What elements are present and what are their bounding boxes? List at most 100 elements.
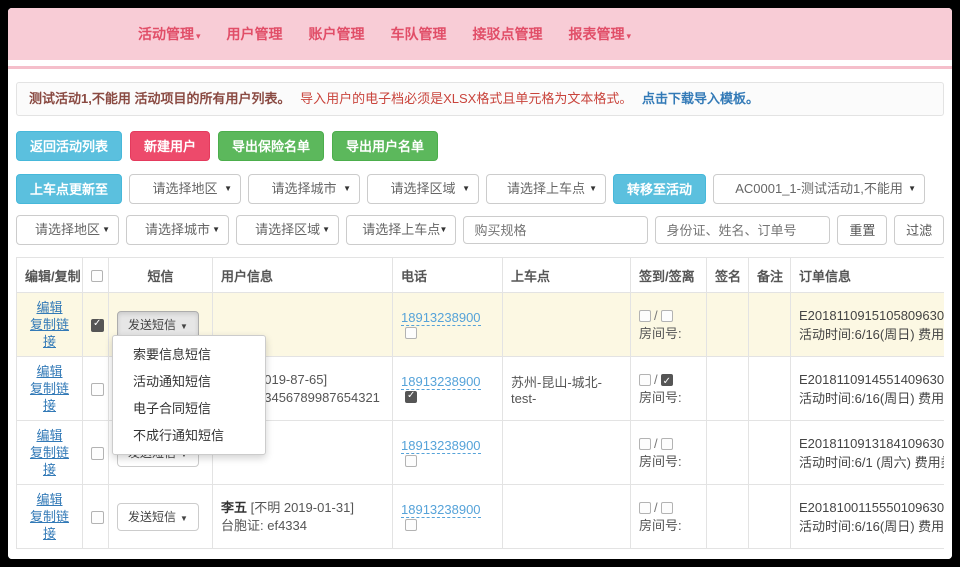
checkin-checkbox[interactable] [639, 502, 651, 514]
row-checkbox[interactable] [91, 383, 104, 396]
export-user-list-button[interactable]: 导出用户名单 [332, 131, 438, 161]
signature-cell [707, 485, 749, 549]
chevron-down-icon: ▼ [180, 514, 188, 523]
search-input[interactable] [655, 216, 830, 244]
phone-link[interactable]: 18913238900 [401, 310, 481, 326]
copy-link[interactable]: 复制链接 [25, 508, 74, 542]
reset-button[interactable]: 重置 [837, 215, 887, 245]
pickup-cell [503, 421, 631, 485]
nav-report-management[interactable]: 报表管理▾ [569, 24, 632, 44]
pickup-cell [503, 293, 631, 357]
update-pickup-button[interactable]: 上车点更新至 [16, 174, 122, 204]
phone-checkbox[interactable] [405, 455, 417, 467]
phone-checkbox[interactable] [405, 327, 417, 339]
col-sign: 签到/签离 [631, 258, 707, 293]
pickup-cell: 苏州-昆山-城北-test- [503, 357, 631, 421]
new-user-button[interactable]: 新建用户 [130, 131, 210, 161]
edit-link[interactable]: 编辑 [25, 491, 74, 508]
copy-link[interactable]: 复制链接 [25, 444, 74, 478]
row-checkbox[interactable] [91, 447, 104, 460]
edit-link[interactable]: 编辑 [25, 427, 74, 444]
action-buttons-row: 返回活动列表 新建用户 导出保险名单 导出用户名单 [16, 131, 944, 161]
filter-city-select[interactable]: 请选择城市▼ [126, 215, 229, 245]
col-order-info: 订单信息 [791, 258, 945, 293]
room-label: 房间号: [639, 389, 698, 407]
chevron-down-icon: ▾ [627, 31, 632, 41]
row-checkbox[interactable] [91, 319, 104, 332]
chevron-down-icon: ▼ [343, 175, 351, 203]
col-phone: 电话 [393, 258, 503, 293]
sms-dropdown-menu: 索要信息短信 活动通知短信 电子合同短信 不成行通知短信 [112, 335, 266, 455]
send-sms-button[interactable]: 发送短信▼ [117, 503, 199, 531]
checkin-checkbox[interactable] [639, 438, 651, 450]
row-checkbox[interactable] [91, 511, 104, 524]
nav-user-management[interactable]: 用户管理 [227, 24, 283, 44]
chevron-down-icon: ▼ [102, 216, 110, 244]
transfer-to-activity-button[interactable]: 转移至活动 [613, 174, 706, 204]
chevron-down-icon: ▼ [462, 175, 470, 203]
signature-cell [707, 421, 749, 485]
checkout-checkbox[interactable] [661, 374, 673, 386]
download-template-link[interactable]: 点击下载导入模板。 [642, 91, 759, 106]
menu-item-activity-notice-sms[interactable]: 活动通知短信 [113, 368, 265, 395]
export-insurance-list-button[interactable]: 导出保险名单 [218, 131, 324, 161]
col-remark: 备注 [749, 258, 791, 293]
filter-pickup-select[interactable]: 请选择上车点▼ [346, 215, 456, 245]
checkin-checkbox[interactable] [639, 310, 651, 322]
phone-checkbox[interactable] [405, 391, 417, 403]
nav-pickup-point-management[interactable]: 接驳点管理 [473, 24, 543, 44]
phone-link[interactable]: 18913238900 [401, 502, 481, 518]
order-detail: 活动时间:6/16(周日) 费用类型 [799, 389, 944, 408]
chevron-down-icon: ▼ [908, 175, 916, 203]
pagination-summary: 总计: 4 条,当前页: 1 / 1 页 [16, 549, 944, 559]
filter-button[interactable]: 过滤 [894, 215, 944, 245]
table-header-row: 编辑/复制 短信 用户信息 电话 上车点 签到/签离 签名 备注 订单信息 [17, 258, 945, 293]
order-number: E201811091510580963000025 [799, 306, 944, 325]
activity-title-text: 测试活动1,不能用 活动项目的所有用户列表。 [29, 91, 290, 106]
select-all-checkbox[interactable] [91, 270, 103, 282]
nav-account-management[interactable]: 账户管理 [309, 24, 365, 44]
nav-fleet-management[interactable]: 车队管理 [391, 24, 447, 44]
checkin-checkbox[interactable] [639, 374, 651, 386]
menu-item-cancel-notice-sms[interactable]: 不成行通知短信 [113, 422, 265, 449]
checkout-checkbox[interactable] [661, 502, 673, 514]
phone-link[interactable]: 18913238900 [401, 374, 481, 390]
pickup-point-select[interactable]: 请选择上车点▼ [486, 174, 606, 204]
order-number: E201811091455140963000019 [799, 370, 944, 389]
signature-cell [707, 357, 749, 421]
import-format-warning: 导入用户的电子档必须是XLSX格式且单元格为文本格式。 [300, 91, 632, 106]
remark-cell [749, 293, 791, 357]
menu-item-e-contract-sms[interactable]: 电子合同短信 [113, 395, 265, 422]
room-label: 房间号: [639, 325, 698, 343]
chevron-down-icon: ▾ [196, 31, 201, 41]
remark-cell [749, 485, 791, 549]
user-info-text: 2019-87-65] [257, 372, 327, 387]
filter-region-select[interactable]: 请选择地区▼ [16, 215, 119, 245]
menu-item-request-info-sms[interactable]: 索要信息短信 [113, 341, 265, 368]
chevron-down-icon: ▼ [322, 216, 330, 244]
back-to-activity-list-button[interactable]: 返回活动列表 [16, 131, 122, 161]
phone-link[interactable]: 18913238900 [401, 438, 481, 454]
phone-checkbox[interactable] [405, 519, 417, 531]
room-label: 房间号: [639, 453, 698, 471]
city-select[interactable]: 请选择城市▼ [248, 174, 360, 204]
col-edit-copy: 编辑/复制 [17, 258, 83, 293]
user-info-text: [不明 2019-01-31] [247, 500, 354, 515]
region-select[interactable]: 请选择地区▼ [129, 174, 241, 204]
filter-district-select[interactable]: 请选择区域▼ [236, 215, 339, 245]
copy-link[interactable]: 复制链接 [25, 380, 74, 414]
checkout-checkbox[interactable] [661, 310, 673, 322]
order-number: E201810011555010963000003 [799, 498, 944, 517]
page: 活动管理▾ 用户管理 账户管理 车队管理 接驳点管理 报表管理▾ 测试活动1,不… [8, 8, 952, 559]
chevron-down-icon: ▼ [180, 322, 188, 331]
edit-link[interactable]: 编辑 [25, 363, 74, 380]
edit-link[interactable]: 编辑 [25, 299, 74, 316]
district-select[interactable]: 请选择区域▼ [367, 174, 479, 204]
purchase-spec-input[interactable] [463, 216, 648, 244]
chevron-down-icon: ▼ [440, 216, 448, 244]
window-frame: 活动管理▾ 用户管理 账户管理 车队管理 接驳点管理 报表管理▾ 测试活动1,不… [0, 0, 960, 567]
nav-activity-management[interactable]: 活动管理▾ [138, 24, 201, 44]
checkout-checkbox[interactable] [661, 438, 673, 450]
copy-link[interactable]: 复制链接 [25, 316, 74, 350]
activity-select[interactable]: AC0001_1-测试活动1,不能用▼ [713, 174, 925, 204]
